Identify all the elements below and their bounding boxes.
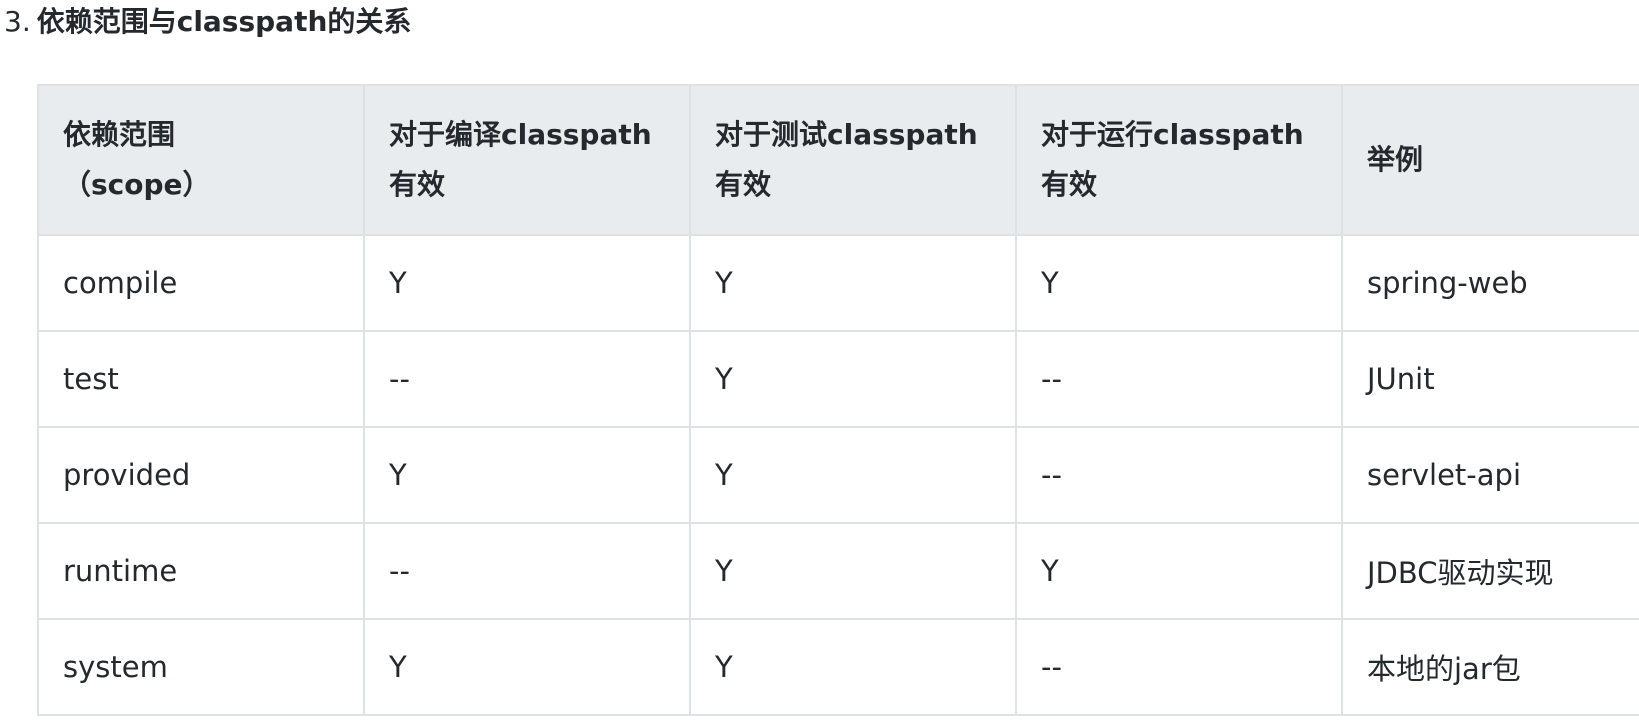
cell-example: JDBC驱动实现 <box>1341 522 1639 620</box>
cell-scope: compile <box>37 234 365 332</box>
cell-runtime: -- <box>1015 330 1343 428</box>
table-row: runtime -- Y Y JDBC驱动实现 <box>37 522 1639 620</box>
cell-scope: runtime <box>37 522 365 620</box>
header-runtime-classpath: 对于运行classpath 有效 <box>1015 84 1343 236</box>
cell-test: Y <box>689 426 1017 524</box>
cell-runtime: -- <box>1015 426 1343 524</box>
cell-runtime: -- <box>1015 618 1343 716</box>
cell-runtime: Y <box>1015 234 1343 332</box>
cell-example: spring-web <box>1341 234 1639 332</box>
table-row: compile Y Y Y spring-web <box>37 234 1639 332</box>
header-scope: 依赖范围 （scope） <box>37 84 365 236</box>
scope-table-container: 依赖范围 （scope） 对于编译classpath 有效 对于测试classp… <box>37 84 1639 728</box>
cell-compile: Y <box>363 426 691 524</box>
cell-test: Y <box>689 234 1017 332</box>
scope-classpath-table: 依赖范围 （scope） 对于编译classpath 有效 对于测试classp… <box>37 84 1639 716</box>
header-test-classpath: 对于测试classpath 有效 <box>689 84 1017 236</box>
cell-runtime: Y <box>1015 522 1343 620</box>
cell-scope: system <box>37 618 365 716</box>
cell-example: servlet-api <box>1341 426 1639 524</box>
header-compile-classpath: 对于编译classpath 有效 <box>363 84 691 236</box>
table-row: test -- Y -- JUnit <box>37 330 1639 428</box>
cell-compile: -- <box>363 330 691 428</box>
cell-scope: provided <box>37 426 365 524</box>
table-row: provided Y Y -- servlet-api <box>37 426 1639 524</box>
cell-compile: Y <box>363 234 691 332</box>
section-number: 3. <box>4 5 31 38</box>
table-header-row: 依赖范围 （scope） 对于编译classpath 有效 对于测试classp… <box>37 84 1639 236</box>
cell-test: Y <box>689 522 1017 620</box>
section-heading: 3. 依赖范围与classpath的关系 <box>4 0 411 44</box>
cell-compile: -- <box>363 522 691 620</box>
table-row: system Y Y -- 本地的jar包 <box>37 618 1639 716</box>
cell-test: Y <box>689 618 1017 716</box>
cell-example: 本地的jar包 <box>1341 618 1639 716</box>
cell-scope: test <box>37 330 365 428</box>
cell-example: JUnit <box>1341 330 1639 428</box>
cell-compile: Y <box>363 618 691 716</box>
section-title: 依赖范围与classpath的关系 <box>36 5 412 38</box>
header-example: 举例 <box>1341 84 1639 236</box>
cell-test: Y <box>689 330 1017 428</box>
